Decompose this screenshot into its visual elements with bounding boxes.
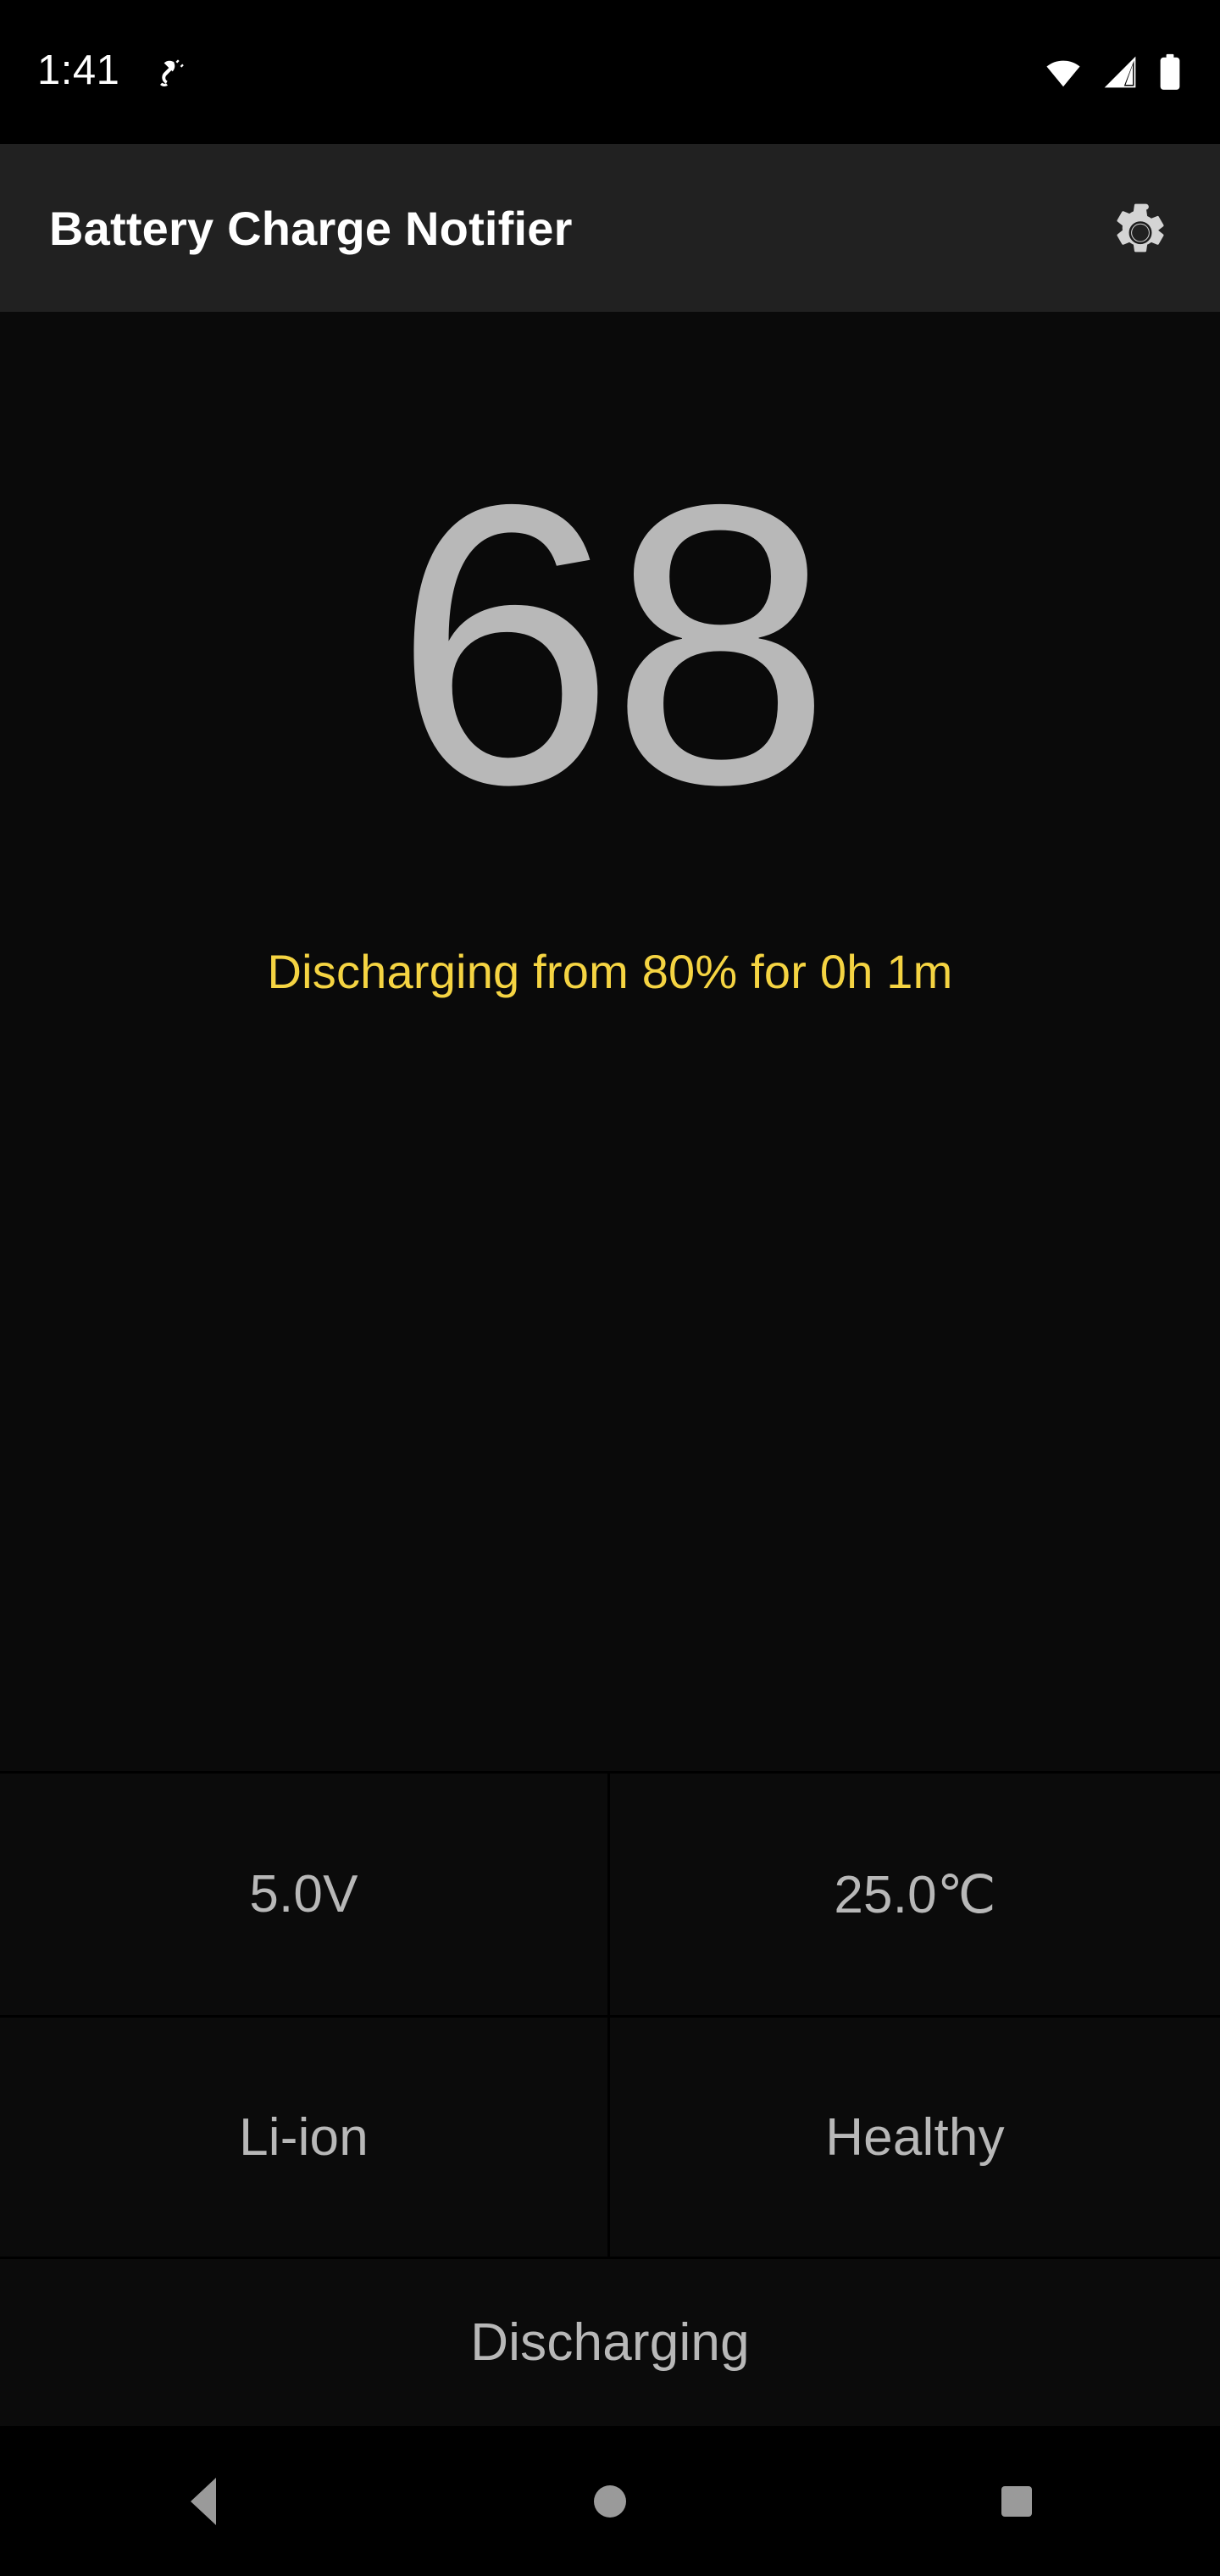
power-plug-icon	[155, 55, 189, 89]
page-title: Battery Charge Notifier	[49, 201, 573, 255]
status-bar: 1:41	[0, 0, 1220, 144]
app-bar: Battery Charge Notifier	[0, 144, 1220, 312]
battery-info-grid: 5.0V 25.0℃ Li-ion Healthy Discharging	[0, 1771, 1220, 2426]
settings-button[interactable]	[1100, 187, 1181, 269]
info-row: 5.0V 25.0℃	[0, 1774, 1220, 2015]
battery-level-value: 68	[393, 422, 832, 867]
recents-nav-icon	[1001, 2485, 1032, 2517]
charging-state-cell: Discharging	[0, 2259, 1220, 2426]
technology-cell: Li-ion	[0, 2018, 610, 2257]
health-cell: Healthy	[610, 2018, 1220, 2257]
battery-icon	[1157, 53, 1183, 91]
nav-back-button[interactable]	[123, 2426, 284, 2576]
status-bar-right	[1044, 53, 1183, 92]
android-nav-bar	[0, 2426, 1220, 2576]
gear-icon	[1112, 199, 1169, 257]
info-row: Li-ion Healthy	[0, 2015, 1220, 2257]
voltage-cell: 5.0V	[0, 1774, 610, 2015]
battery-status-text: Discharging from 80% for 0h 1m	[267, 945, 953, 998]
status-clock: 1:41	[37, 47, 120, 93]
nav-home-button[interactable]	[530, 2426, 690, 2576]
temperature-cell: 25.0℃	[610, 1774, 1220, 2015]
cellular-signal-icon	[1101, 53, 1139, 91]
back-nav-icon	[191, 2477, 216, 2525]
info-row: Discharging	[0, 2257, 1220, 2426]
home-nav-icon	[594, 2484, 626, 2518]
nav-recents-button[interactable]	[936, 2426, 1097, 2576]
wifi-full-icon	[1044, 53, 1083, 92]
status-bar-left: 1:41	[37, 50, 189, 94]
main-content: 68 Discharging from 80% for 0h 1m 5.0V 2…	[0, 312, 1220, 2426]
phone-screen: 1:41 Battery Charge Notifier 68 Discharg…	[0, 0, 1220, 2576]
